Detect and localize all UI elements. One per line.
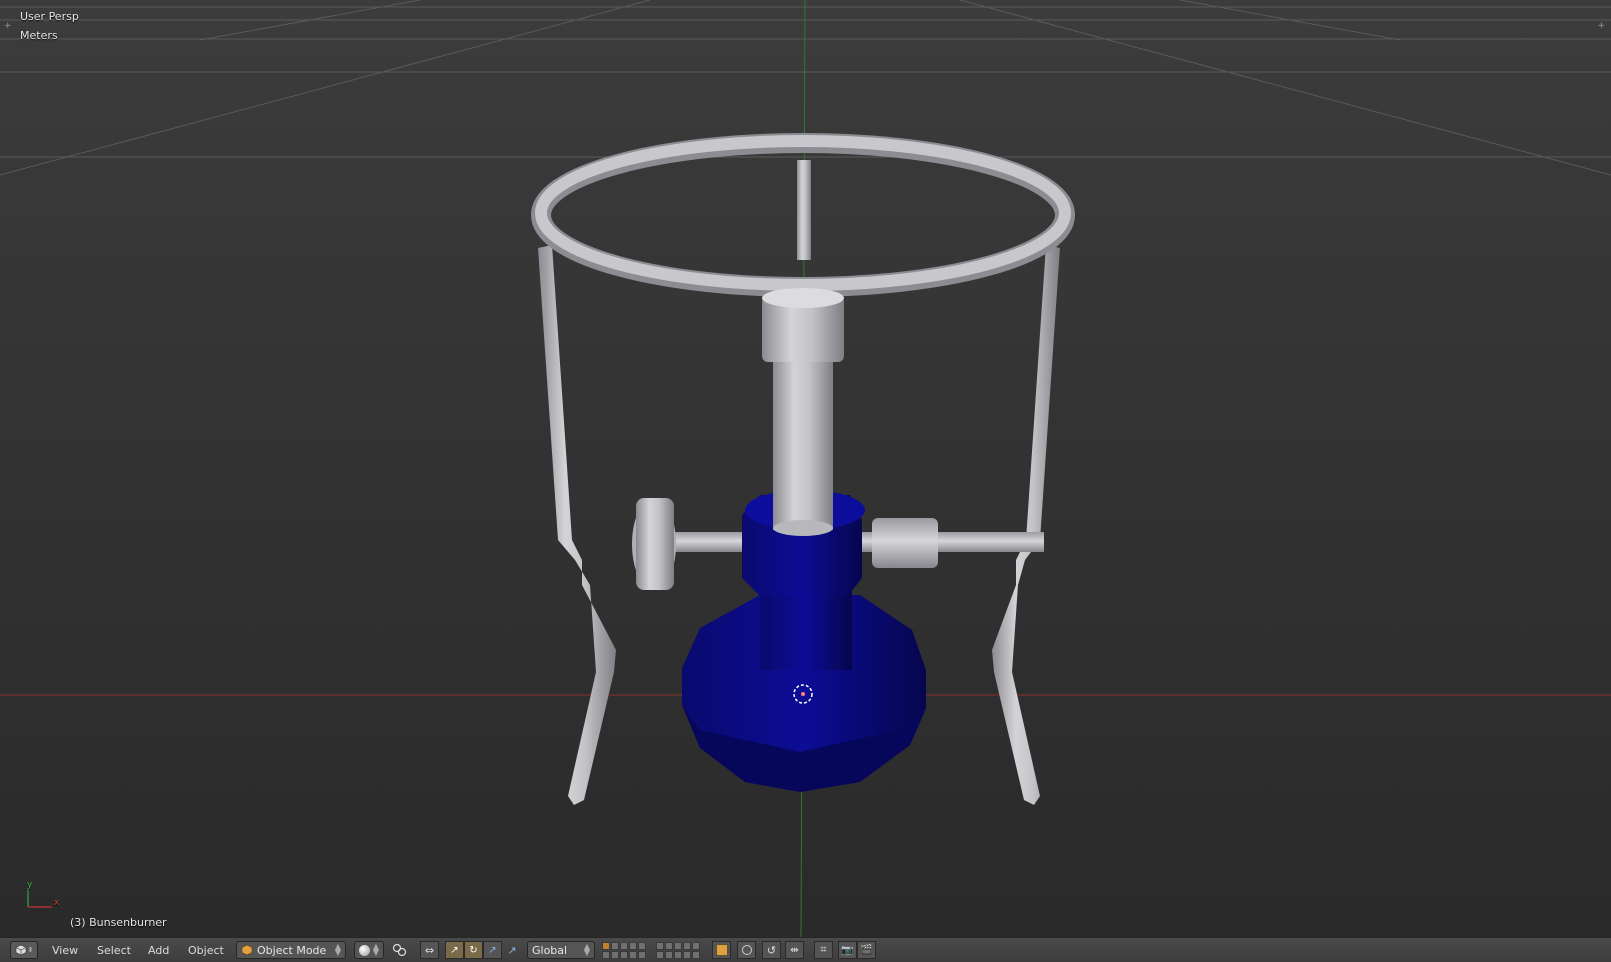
layer-toggle[interactable] [602,950,610,959]
layer-toggle[interactable] [611,941,619,950]
snap-element-button[interactable]: ⌗ [814,941,833,959]
area-split-corner-icon[interactable]: + [4,22,12,31]
burner-tube [762,288,844,536]
layer-toggle[interactable] [674,950,682,959]
tripod-ring [531,133,1075,297]
proportional-edit-icon [741,945,752,955]
manipulator-toggle-button[interactable]: ⇔ [420,941,439,959]
layer-toggle[interactable] [683,950,691,959]
object-mode-cube-icon [241,944,253,956]
active-object-label: (3) Bunsenburner [70,916,167,929]
lock-camera-icon [715,944,728,956]
layer-toggle[interactable] [620,941,628,950]
layers-group-2[interactable] [656,941,700,959]
manipulator-toggle-icon: ⇔ [424,943,435,957]
layer-toggle[interactable] [674,941,682,950]
layer-toggle[interactable] [692,950,700,959]
scene-canvas[interactable] [0,0,1611,937]
layer-toggle[interactable] [692,941,700,950]
pivot-point-dropdown[interactable] [392,941,416,959]
opengl-render-icon: 📷 [841,944,854,956]
layer-toggle[interactable] [602,941,610,950]
view-name-label: User Persp [20,10,79,23]
menu-view[interactable]: View [52,941,78,959]
layer-toggle[interactable] [629,950,637,959]
pivot-point-icon [392,943,407,957]
layer-toggle[interactable] [629,941,637,950]
axis-y-label: y [27,880,33,890]
dropdown-arrows-icon: ▲ ▼ [372,942,379,957]
layers-group-1[interactable] [602,941,646,959]
lock-camera-button[interactable] [712,941,731,959]
layer-toggle[interactable] [620,950,628,959]
3d-view-cube-icon [15,944,26,956]
layer-toggle[interactable] [638,941,646,950]
orientation-label: Global [532,943,568,957]
menu-object[interactable]: Object [188,941,224,959]
axis-gizmo [27,889,52,908]
layer-toggle[interactable] [656,941,664,950]
snap-icon: ↺ [766,943,777,957]
snap-target-icon: ⇹ [790,944,799,956]
snap-element-icon: ⌗ [820,943,827,956]
3d-viewport[interactable]: User Persp Meters (3) Bunsenburner y x +… [0,0,1611,937]
layer-toggle[interactable] [665,950,673,959]
units-label: Meters [20,29,58,42]
opengl-render-button[interactable]: 📷 [838,941,857,959]
scale-icon: ↗ [488,944,497,956]
arrow-icon: ↗ [507,943,517,957]
axis-x-label: x [54,898,60,908]
layer-toggle[interactable] [638,950,646,959]
layer-toggle[interactable] [683,941,691,950]
rotate-icon: ↻ [469,944,478,956]
layer-toggle[interactable] [665,941,673,950]
menu-select[interactable]: Select [97,941,131,959]
manipulator-extra-button[interactable]: ↗ [505,941,519,959]
layer-toggle[interactable] [656,950,664,959]
area-split-corner-icon[interactable]: + [1597,22,1605,31]
layer-toggle[interactable] [611,950,619,959]
solid-sphere-icon [359,944,370,956]
editor-type-button[interactable]: ⬍ [10,941,38,959]
mode-dropdown[interactable]: Object Mode ▲ ▼ [236,941,346,959]
dropdown-arrows-icon: ▲ ▼ [583,942,590,957]
menu-add[interactable]: Add [148,941,169,959]
3d-view-header: ⬍ View Select Add Object Object Mode ▲ ▼ … [0,937,1611,962]
orientation-dropdown[interactable]: Global ▲ ▼ [527,941,595,959]
scale-manipulator-button[interactable]: ↗ [483,941,502,959]
shading-dropdown[interactable]: ▲ ▼ [354,941,384,959]
snap-button[interactable]: ↺ [762,941,781,959]
dropdown-arrows-icon: ▲ ▼ [334,942,341,957]
proportional-edit-button[interactable] [737,941,756,959]
snap-target-button[interactable]: ⇹ [785,941,804,959]
opengl-animation-icon: 🎬 [860,944,873,956]
translate-icon: ↗ [450,944,459,956]
opengl-animation-button[interactable]: 🎬 [857,941,876,959]
translate-manipulator-button[interactable]: ↗ [445,941,464,959]
rotate-manipulator-button[interactable]: ↻ [464,941,483,959]
mode-label: Object Mode [257,943,327,957]
